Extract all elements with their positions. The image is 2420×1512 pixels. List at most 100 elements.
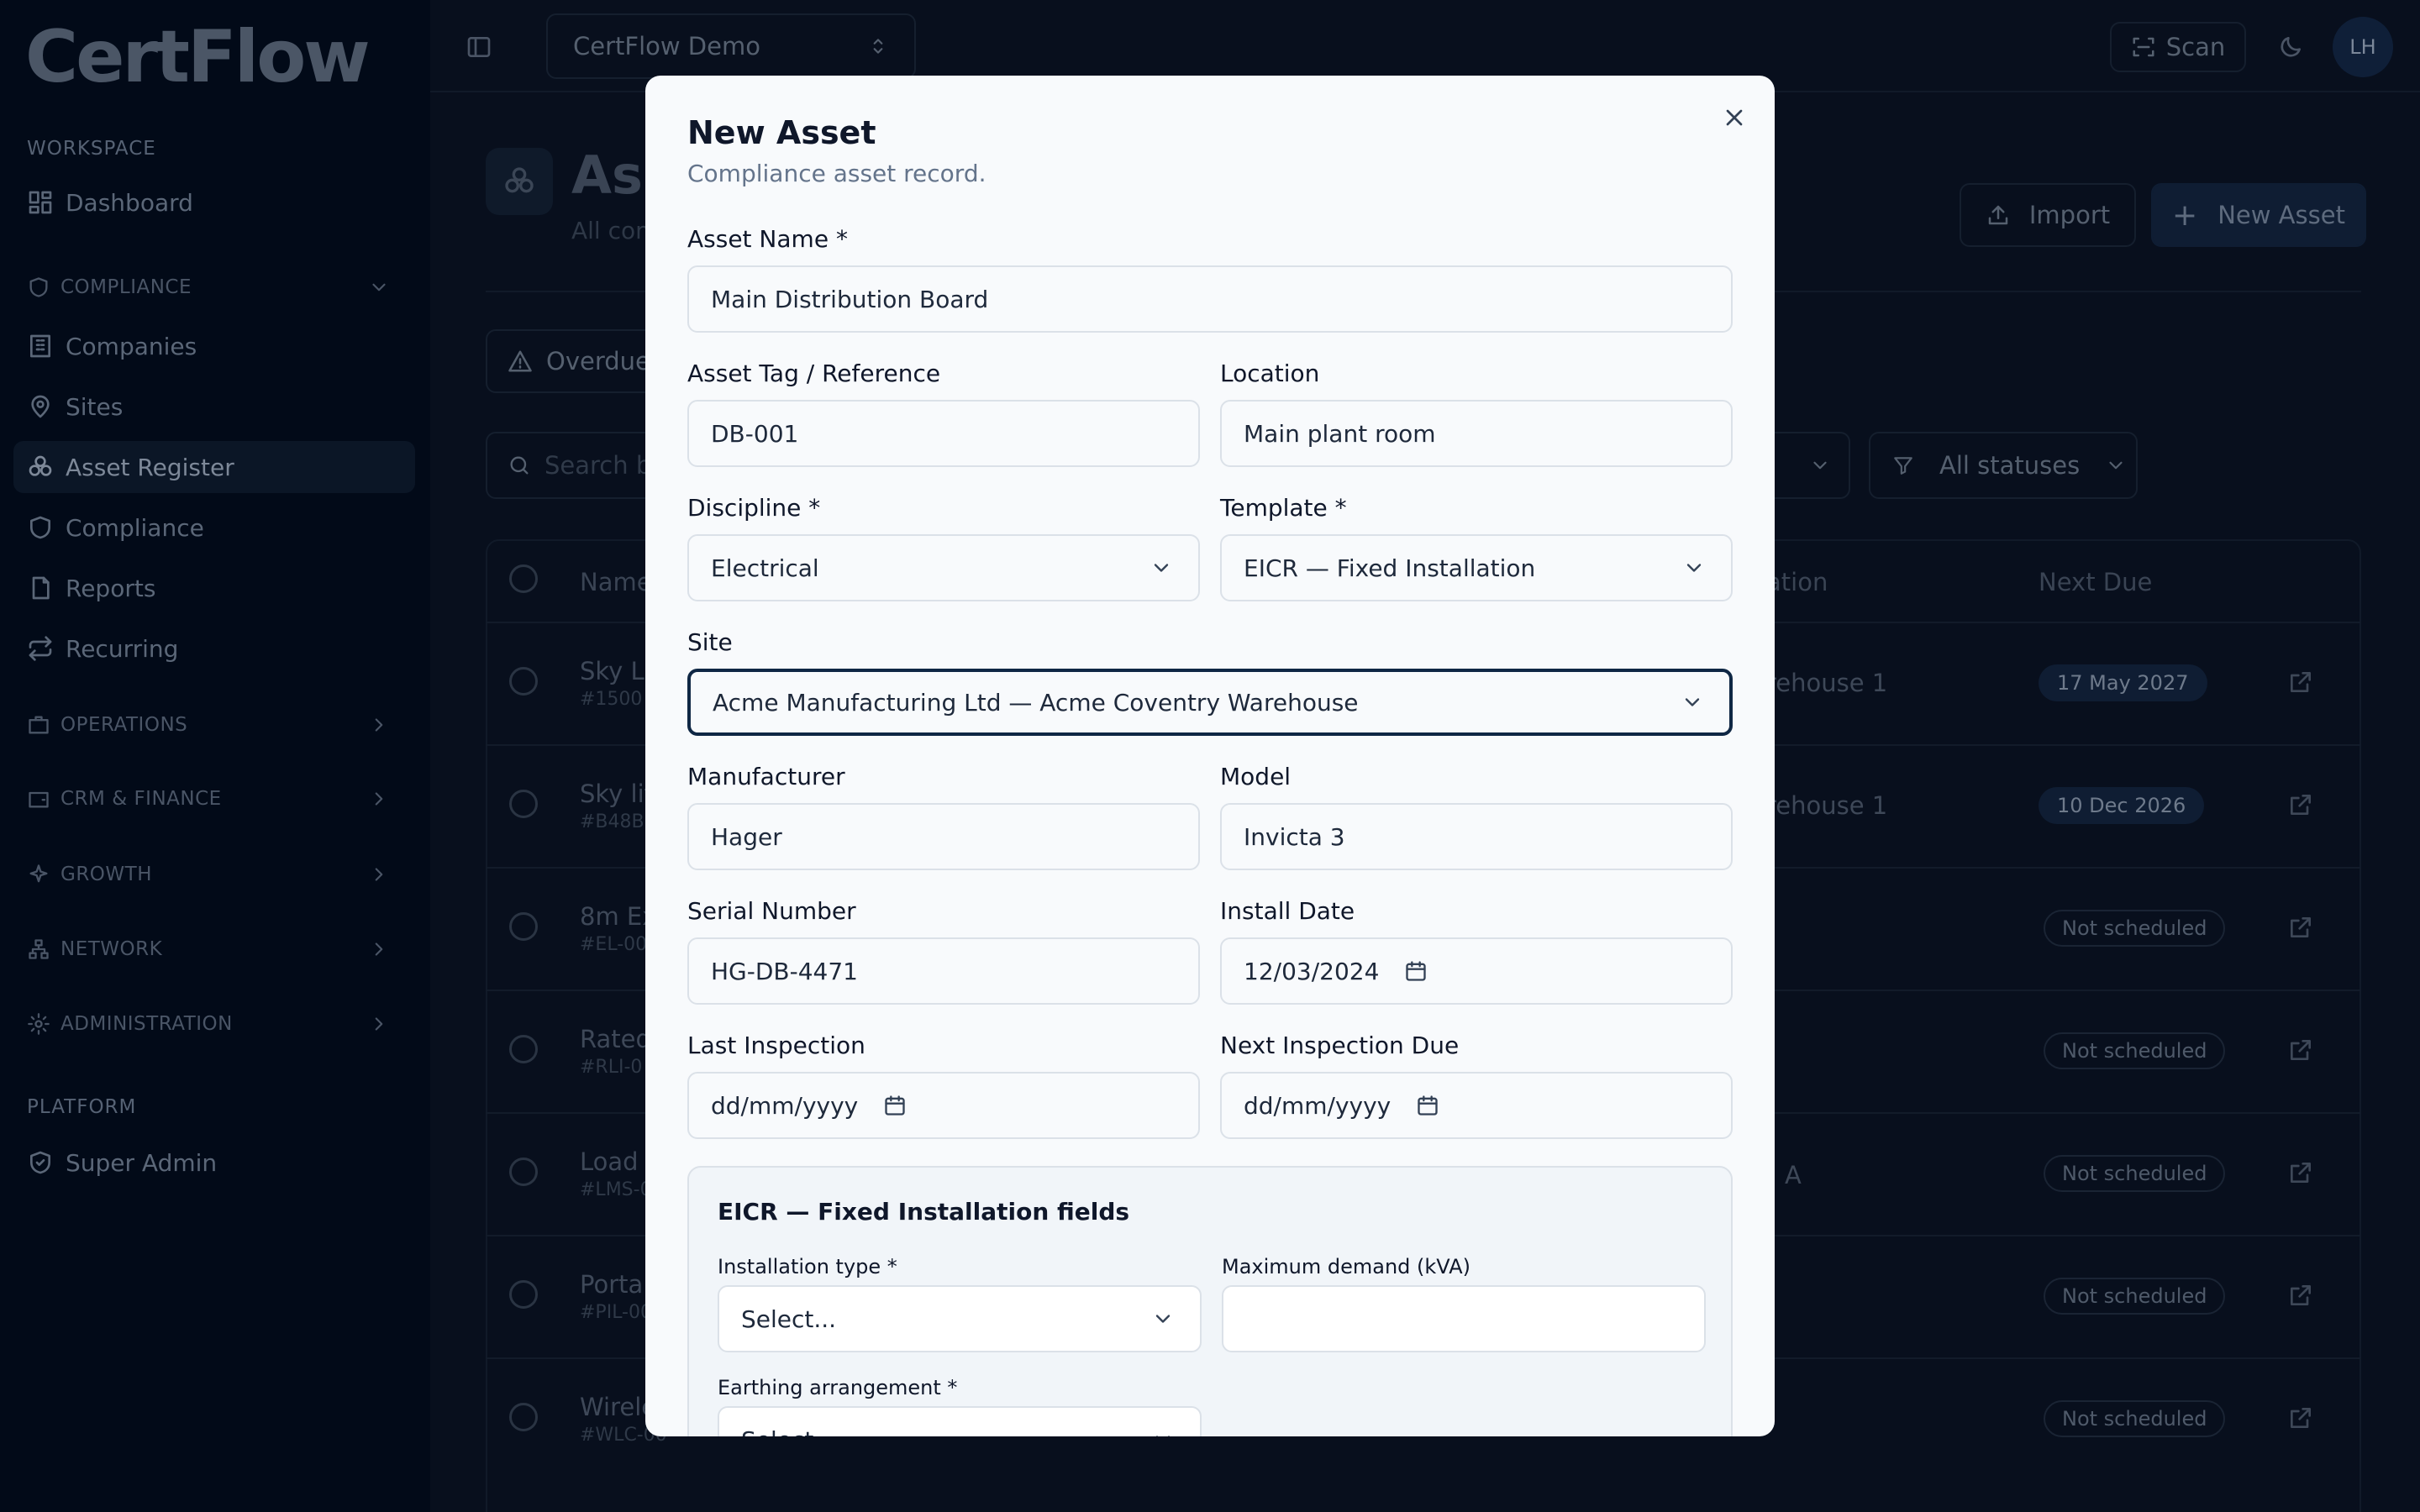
briefcase-icon <box>27 713 50 737</box>
chevron-down-icon <box>1681 690 1704 714</box>
row-checkbox[interactable] <box>509 1280 538 1309</box>
next-inspection-due-value: dd/mm/yyyy <box>1244 1091 1392 1120</box>
sidebar-group-administration[interactable]: ADMINISTRATION <box>27 1007 400 1041</box>
scan-icon <box>2131 34 2156 60</box>
page-icon <box>486 148 553 215</box>
sidebar-group-label: OPERATIONS <box>60 714 188 736</box>
sidebar-item-dashboard[interactable]: Dashboard <box>13 176 415 228</box>
new-asset-button[interactable]: + New Asset <box>2151 183 2366 247</box>
new-asset-dialog: New Asset Compliance asset record. Asset… <box>645 76 1775 1436</box>
next-due-badge: Not scheduled <box>2044 1278 2226 1315</box>
asset-tag-input[interactable]: DB-001 <box>687 400 1200 467</box>
serial-number-input[interactable]: HG-DB-4471 <box>687 937 1200 1005</box>
external-link-icon[interactable] <box>2287 791 2314 818</box>
sidebar-group-label: CRM & FINANCE <box>60 788 222 810</box>
new-asset-label: New Asset <box>2217 201 2345 229</box>
scan-button[interactable]: Scan <box>2110 22 2246 72</box>
import-button[interactable]: Import <box>1960 183 2136 247</box>
template-value: EICR — Fixed Installation <box>1244 554 1536 582</box>
row-checkbox[interactable] <box>509 1403 538 1431</box>
external-link-icon[interactable] <box>2287 914 2314 941</box>
external-link-icon[interactable] <box>2287 669 2314 696</box>
earthing-arrangement-select[interactable]: Select... <box>718 1406 1202 1436</box>
installation-type-value: Select... <box>741 1305 837 1333</box>
row-ref: #LMS-0 <box>580 1179 652 1200</box>
model-label: Model <box>1220 763 1292 790</box>
model-input[interactable]: Invicta 3 <box>1220 803 1733 870</box>
chevron-right-icon <box>368 788 390 810</box>
next-due-badge: Not scheduled <box>2044 1400 2226 1437</box>
location-label: Location <box>1220 360 1320 387</box>
sidebar-item-reports[interactable]: Reports <box>13 562 415 614</box>
row-checkbox[interactable] <box>509 1035 538 1063</box>
plus-icon: + <box>2172 197 2198 233</box>
gear-icon <box>27 1012 50 1036</box>
section-label-workspace: WORKSPACE <box>27 138 156 160</box>
calendar-icon[interactable] <box>883 1094 907 1117</box>
next-inspection-due-input[interactable]: dd/mm/yyyy <box>1220 1072 1733 1139</box>
row-name: Load <box>580 1147 639 1176</box>
external-link-icon[interactable] <box>2287 1282 2314 1309</box>
workspace-name: CertFlow Demo <box>573 32 760 60</box>
install-date-input[interactable]: 12/03/2024 <box>1220 937 1733 1005</box>
chevron-right-icon <box>368 714 390 736</box>
row-checkbox[interactable] <box>509 1158 538 1186</box>
last-inspection-label: Last Inspection <box>687 1032 865 1059</box>
sidebar: CertFlow WORKSPACE Dashboard COMPLIANCE … <box>0 0 430 1512</box>
sidebar-group-network[interactable]: NETWORK <box>27 932 400 966</box>
maximum-demand-input[interactable] <box>1222 1285 1706 1352</box>
install-date-label: Install Date <box>1220 897 1355 925</box>
sidebar-group-compliance[interactable]: COMPLIANCE <box>27 270 400 304</box>
avatar[interactable]: LH <box>2333 17 2393 77</box>
sidebar-group-crm-finance[interactable]: CRM & FINANCE <box>27 782 400 816</box>
sidebar-item-super-admin[interactable]: Super Admin <box>13 1137 415 1189</box>
row-checkbox[interactable] <box>509 912 538 941</box>
asset-name-input[interactable]: Main Distribution Board <box>687 265 1733 333</box>
manufacturer-label: Manufacturer <box>687 763 845 790</box>
next-due-badge: 17 May 2027 <box>2039 664 2207 701</box>
site-select[interactable]: Acme Manufacturing Ltd — Acme Coventry W… <box>687 669 1733 736</box>
sidebar-item-label: Super Admin <box>66 1148 218 1177</box>
maximum-demand-label: Maximum demand (kVA) <box>1222 1255 1470 1278</box>
sparkles-icon <box>27 863 50 886</box>
row-name: Portal <box>580 1270 650 1299</box>
sidebar-item-compliance[interactable]: Compliance <box>13 501 415 554</box>
external-link-icon[interactable] <box>2287 1404 2314 1431</box>
import-label: Import <box>2028 201 2111 229</box>
last-inspection-input[interactable]: dd/mm/yyyy <box>687 1072 1200 1139</box>
moon-icon[interactable] <box>2277 34 2304 60</box>
location-input[interactable]: Main plant room <box>1220 400 1733 467</box>
asset-name-label: Asset Name * <box>687 225 848 253</box>
next-due-badge: Not scheduled <box>2044 910 2226 947</box>
template-label: Template * <box>1220 494 1347 522</box>
template-select[interactable]: EICR — Fixed Installation <box>1220 534 1733 601</box>
next-due-badge: Not scheduled <box>2044 1155 2226 1192</box>
status-filter-dropdown[interactable]: All statuses <box>1869 432 2138 499</box>
manufacturer-input[interactable]: Hager <box>687 803 1200 870</box>
next-due-badge: Not scheduled <box>2044 1032 2226 1069</box>
external-link-icon[interactable] <box>2287 1037 2314 1063</box>
shield-icon <box>27 276 50 299</box>
external-link-icon[interactable] <box>2287 1159 2314 1186</box>
sidebar-item-recurring[interactable]: Recurring <box>13 622 415 675</box>
sidebar-item-asset-register[interactable]: Asset Register <box>13 441 415 493</box>
close-icon[interactable] <box>1721 104 1748 131</box>
row-checkbox[interactable] <box>509 667 538 696</box>
sidebar-group-operations[interactable]: OPERATIONS <box>27 708 400 742</box>
select-all-checkbox[interactable] <box>509 564 538 593</box>
calendar-icon[interactable] <box>1404 959 1428 983</box>
network-icon <box>27 937 50 961</box>
calendar-icon[interactable] <box>1416 1094 1439 1117</box>
discipline-select[interactable]: Electrical <box>687 534 1200 601</box>
installation-type-select[interactable]: Select... <box>718 1285 1202 1352</box>
sidebar-toggle-icon[interactable] <box>466 34 492 60</box>
row-ref: #EL-00 <box>580 934 648 955</box>
sidebar-item-companies[interactable]: Companies <box>13 320 415 372</box>
workspace-switcher[interactable]: CertFlow Demo <box>546 13 916 79</box>
sidebar-group-growth[interactable]: GROWTH <box>27 858 400 891</box>
row-checkbox[interactable] <box>509 790 538 818</box>
chevron-down-icon <box>1150 556 1173 580</box>
sidebar-item-sites[interactable]: Sites <box>13 381 415 433</box>
chevron-right-icon <box>368 864 390 885</box>
chevron-down-icon <box>2105 454 2127 476</box>
